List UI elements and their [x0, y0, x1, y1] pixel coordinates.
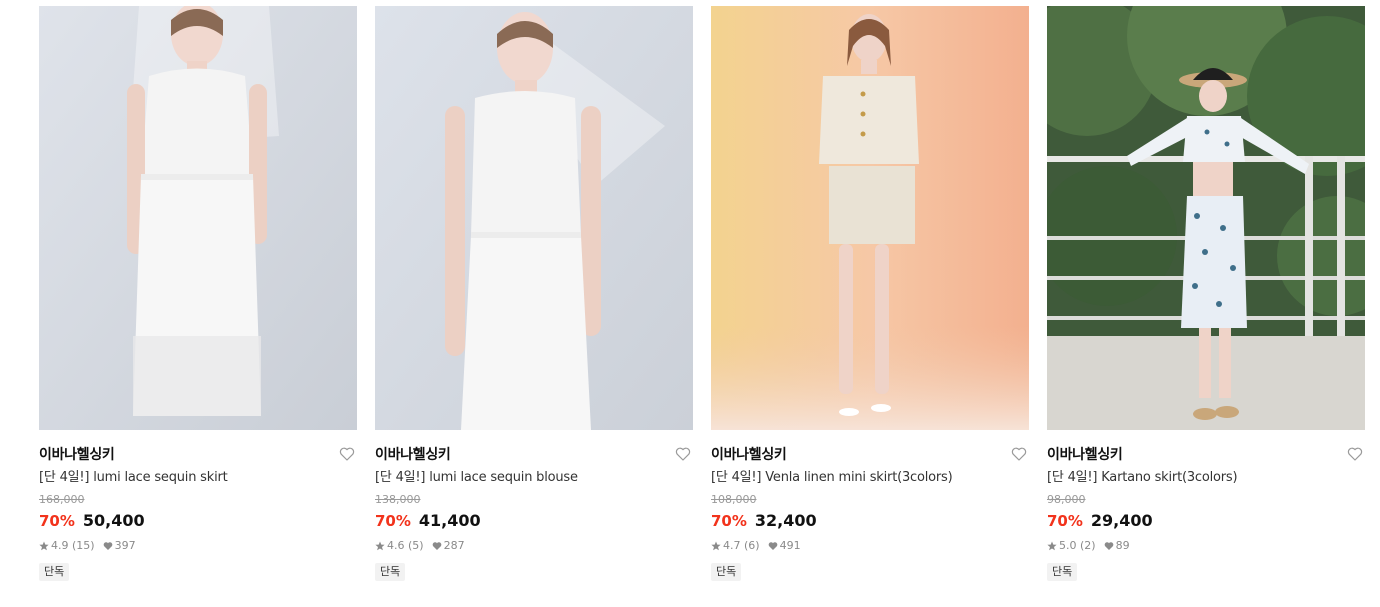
review-count: (5): [408, 539, 424, 552]
heart-icon[interactable]: [675, 446, 691, 462]
rating-value: 4.9: [51, 539, 69, 552]
product-image[interactable]: [711, 6, 1029, 430]
product-card[interactable]: 이바나헬싱키 [단 4일!] lumi lace sequin blouse 1…: [375, 6, 693, 581]
product-image[interactable]: [375, 6, 693, 430]
product-name[interactable]: [단 4일!] lumi lace sequin blouse: [375, 469, 693, 487]
brand-name[interactable]: 이바나헬싱키: [711, 447, 787, 463]
like-count: 89: [1115, 539, 1130, 552]
discount-rate: 70%: [711, 512, 747, 530]
rating-row: 4.6 (5) 287: [375, 539, 693, 553]
rating-row: 4.9 (15) 397: [39, 539, 357, 553]
original-price: 168,000: [39, 493, 85, 506]
product-card[interactable]: 이바나헬싱키 [단 4일!] Venla linen mini skirt(3c…: [711, 6, 1029, 581]
price-row: 70% 50,400: [39, 510, 357, 532]
exclusive-badge: 단독: [1047, 563, 1078, 581]
review-count: (6): [744, 539, 760, 552]
original-price: 138,000: [375, 493, 421, 506]
star-icon: [375, 541, 385, 551]
price-row: 70% 32,400: [711, 510, 1029, 532]
heart-icon[interactable]: [339, 446, 355, 462]
star-icon: [711, 541, 721, 551]
product-card[interactable]: 이바나헬싱키 [단 4일!] lumi lace sequin skirt 16…: [39, 6, 357, 581]
like-icon: [768, 542, 777, 550]
exclusive-badge: 단독: [711, 563, 742, 581]
review-count: (2): [1080, 539, 1096, 552]
star-icon: [39, 541, 49, 551]
discount-rate: 70%: [1047, 512, 1083, 530]
original-price: 98,000: [1047, 493, 1086, 506]
brand-name[interactable]: 이바나헬싱키: [375, 447, 451, 463]
exclusive-badge: 단독: [39, 563, 70, 581]
discount-rate: 70%: [375, 512, 411, 530]
product-card[interactable]: 이바나헬싱키 [단 4일!] Kartano skirt(3colors) 98…: [1047, 6, 1365, 581]
product-name[interactable]: [단 4일!] lumi lace sequin skirt: [39, 469, 357, 487]
product-image[interactable]: [1047, 6, 1365, 430]
original-price: 108,000: [711, 493, 757, 506]
like-icon: [103, 542, 112, 550]
star-icon: [1047, 541, 1057, 551]
rating-value: 4.7: [723, 539, 741, 552]
product-name[interactable]: [단 4일!] Venla linen mini skirt(3colors): [711, 469, 1029, 487]
like-count: 491: [779, 539, 801, 552]
sale-price: 41,400: [418, 511, 481, 530]
product-name[interactable]: [단 4일!] Kartano skirt(3colors): [1047, 469, 1365, 487]
brand-name[interactable]: 이바나헬싱키: [1047, 447, 1123, 463]
exclusive-badge: 단독: [375, 563, 406, 581]
like-icon: [1104, 542, 1113, 550]
heart-icon[interactable]: [1011, 446, 1027, 462]
sale-price: 32,400: [754, 511, 817, 530]
product-grid: 이바나헬싱키 [단 4일!] lumi lace sequin skirt 16…: [0, 0, 1380, 607]
like-count: 397: [114, 539, 136, 552]
like-icon: [432, 542, 441, 550]
rating-value: 4.6: [387, 539, 405, 552]
price-row: 70% 41,400: [375, 510, 693, 532]
product-image[interactable]: [39, 6, 357, 430]
like-count: 287: [443, 539, 465, 552]
discount-rate: 70%: [39, 512, 75, 530]
heart-icon[interactable]: [1347, 446, 1363, 462]
rating-row: 5.0 (2) 89: [1047, 539, 1365, 553]
price-row: 70% 29,400: [1047, 510, 1365, 532]
brand-name[interactable]: 이바나헬싱키: [39, 447, 115, 463]
sale-price: 29,400: [1090, 511, 1153, 530]
rating-row: 4.7 (6) 491: [711, 539, 1029, 553]
rating-value: 5.0: [1059, 539, 1077, 552]
sale-price: 50,400: [82, 511, 145, 530]
review-count: (15): [72, 539, 95, 552]
